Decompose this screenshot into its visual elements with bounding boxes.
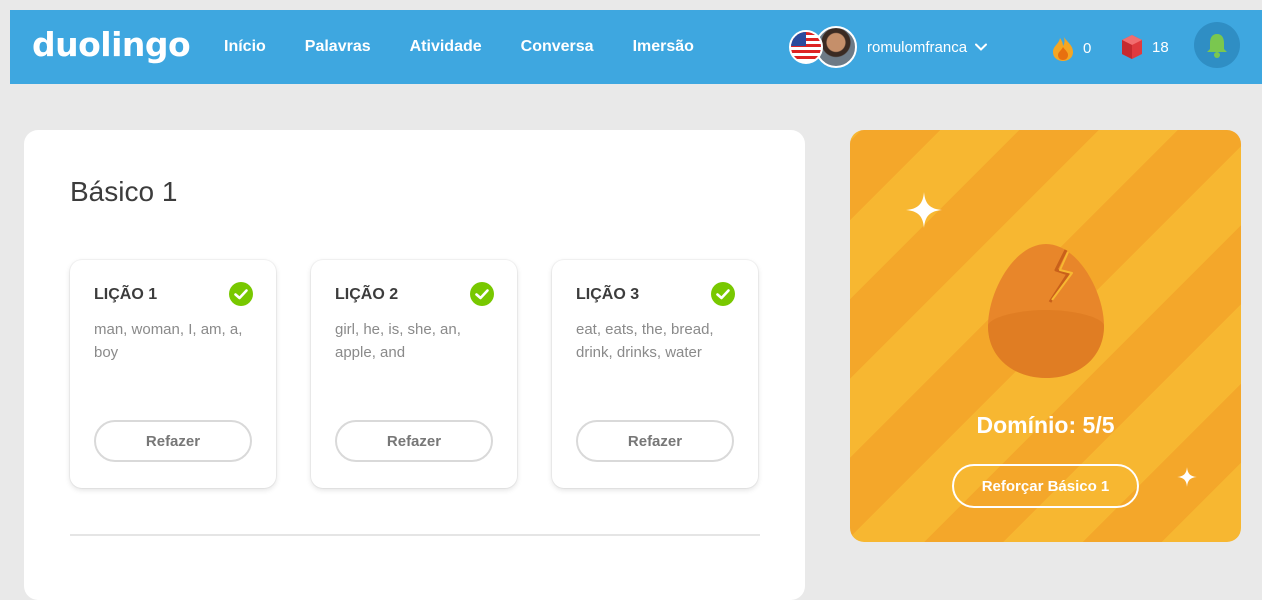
notifications-button[interactable] [1194,22,1240,68]
lesson-words: girl, he, is, she, an, apple, and [335,321,461,361]
bell-icon [1207,34,1227,58]
flame-icon [1053,35,1073,61]
section-divider [70,534,760,536]
streak-count: 0 [1083,39,1092,57]
skill-title: Básico 1 [70,176,178,207]
streak-counter[interactable]: 0 [1051,34,1091,62]
redo-lesson-button[interactable]: Refazer [94,420,252,462]
check-icon [470,282,494,306]
check-icon [711,282,735,306]
lesson-card-2: LIÇÃO 2 girl, he, is, she, an, apple, an… [311,260,517,488]
lesson-card-3: LIÇÃO 3 eat, eats, the, bread, drink, dr… [552,260,758,488]
lingot-icon [1122,35,1142,59]
us-flag-icon[interactable] [789,30,823,64]
user-menu[interactable]: romulomfranca [789,22,988,72]
nav-palavras[interactable]: Palavras [305,38,371,56]
lesson-title: LIÇÃO 1 [94,286,158,303]
nav-atividade[interactable]: Atividade [410,38,482,56]
lesson-words: eat, eats, the, bread, drink, drinks, wa… [576,321,714,361]
egg-icon [988,244,1104,378]
redo-lesson-button[interactable]: Refazer [335,420,493,462]
mastery-level: Domínio: 5/5 [976,412,1115,438]
username[interactable]: romulomfranca [867,39,967,56]
main-nav: Início Palavras Atividade Conversa Imers… [224,10,733,84]
skill-card: Básico 1 LIÇÃO 1 man, woman, I, am, a, b… [24,130,805,600]
lesson-title: LIÇÃO 3 [576,286,640,303]
lingots-count: 18 [1152,38,1169,56]
lesson-words: man, woman, I, am, a, boy [94,321,243,361]
sparkle-icon [1177,467,1197,487]
lesson-card-1: LIÇÃO 1 man, woman, I, am, a, boy Refaze… [70,260,276,488]
top-navigation-bar: duolingo Início Palavras Atividade Conve… [10,10,1262,84]
reinforce-skill-button[interactable]: Reforçar Básico 1 [952,464,1139,508]
chevron-down-icon[interactable] [975,41,988,53]
check-icon [229,282,253,306]
nav-conversa[interactable]: Conversa [521,38,594,56]
duolingo-logo[interactable]: duolingo [32,25,191,64]
nav-inicio[interactable]: Início [224,38,266,56]
redo-lesson-button[interactable]: Refazer [576,420,734,462]
nav-imersao[interactable]: Imersão [633,38,694,56]
sparkle-icon [906,192,942,228]
lesson-title: LIÇÃO 2 [335,286,399,303]
lingots-counter[interactable]: 18 [1120,34,1169,60]
mastery-panel: Domínio: 5/5 Reforçar Básico 1 [850,130,1241,542]
